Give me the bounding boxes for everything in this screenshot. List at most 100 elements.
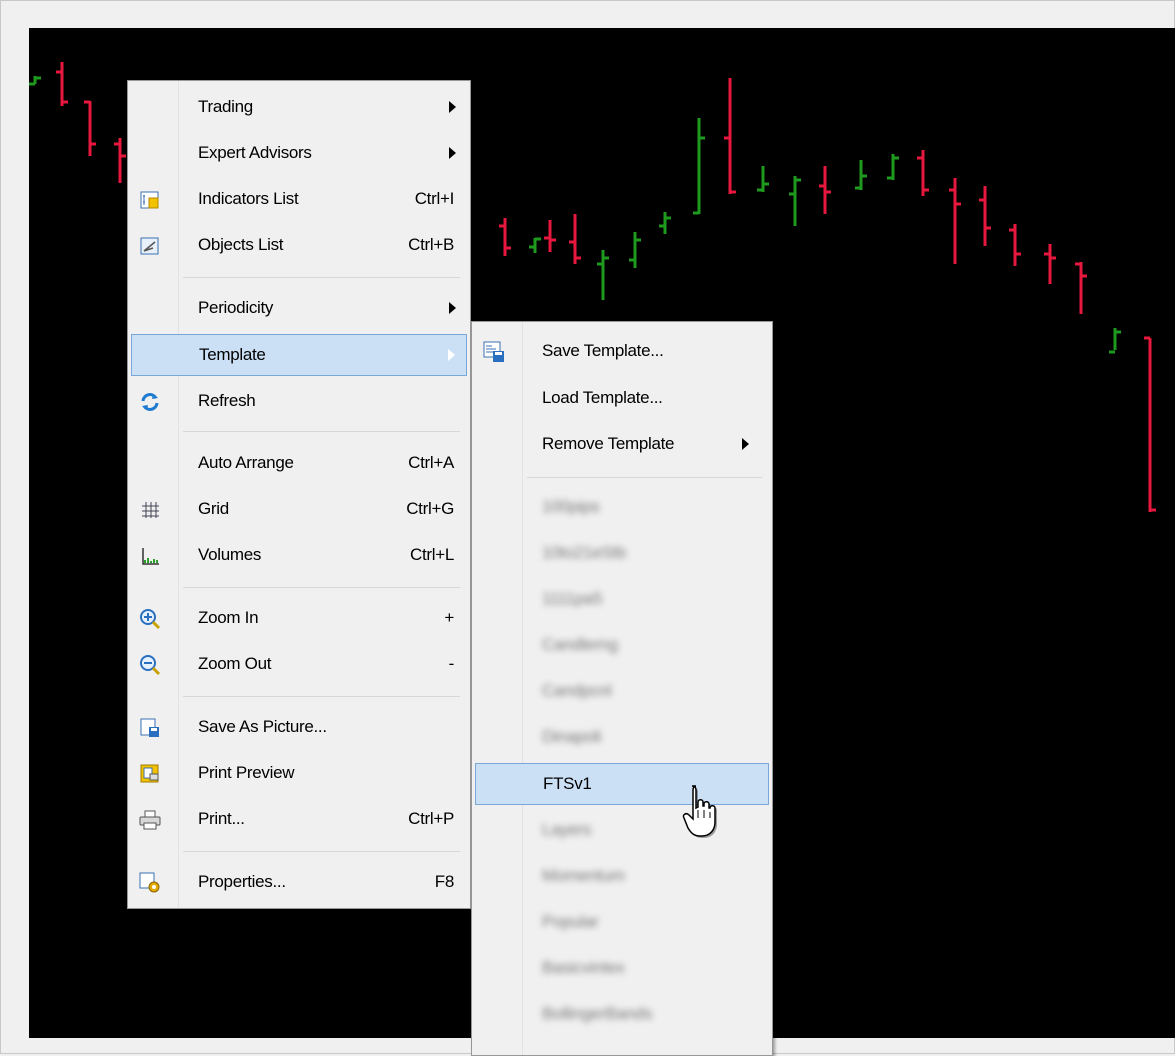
menu-item-label: Refresh (198, 391, 256, 410)
menu-item-label: Expert Advisors (198, 143, 312, 162)
menu-item-remove-template[interactable]: Remove Template (475, 424, 769, 466)
ohlc-bar (659, 212, 671, 234)
menu-item-label: Load Template... (542, 388, 663, 407)
menu-item-print-preview[interactable]: Print Preview (131, 753, 467, 795)
save-picture-icon (139, 717, 161, 739)
template-name: Popular (542, 912, 599, 931)
menu-item-properties[interactable]: Properties... F8 (131, 862, 467, 904)
ohlc-bar (693, 118, 705, 215)
ohlc-bar (1109, 328, 1121, 354)
menu-item-shortcut: Ctrl+A (408, 453, 454, 472)
menu-item-label: Periodicity (198, 298, 274, 317)
template-item[interactable]: 100pips (475, 487, 769, 529)
ohlc-bar (1044, 244, 1056, 284)
menu-item-label: Save Template... (542, 341, 664, 360)
template-item[interactable]: 1111pa5 (475, 579, 769, 621)
ohlc-bar (84, 100, 96, 156)
menu-item-shortcut: Ctrl+I (414, 189, 455, 208)
template-item[interactable]: Basicvintex (475, 948, 769, 990)
menu-item-shortcut: Ctrl+L (409, 545, 454, 564)
template-name: BollingerBands (542, 1004, 653, 1023)
template-name: Dinapoli (542, 727, 602, 746)
ohlc-bar (569, 214, 581, 264)
template-item[interactable]: Popular (475, 902, 769, 944)
ohlc-bar (114, 138, 126, 183)
template-item[interactable]: Candlerng (475, 625, 769, 667)
menu-separator (183, 587, 460, 588)
menu-item-save-template[interactable]: Save Template... (475, 331, 769, 373)
template-name: 1111pa5 (542, 589, 603, 608)
menu-item-periodicity[interactable]: Periodicity (131, 288, 467, 330)
submenu-arrow-icon (448, 349, 455, 361)
menu-item-save-as-picture[interactable]: Save As Picture... (131, 707, 467, 749)
template-item[interactable]: Dinapoli (475, 717, 769, 759)
menu-item-zoom-out[interactable]: Zoom Out - (131, 644, 467, 686)
indicators-list-icon (139, 189, 161, 211)
menu-item-label: Objects List (198, 235, 284, 254)
template-name: Layers (542, 820, 592, 839)
zoom-out-icon (139, 654, 161, 676)
ohlc-bar (789, 176, 801, 226)
submenu-arrow-icon (449, 147, 456, 159)
ohlc-bar (887, 154, 899, 180)
ohlc-bar (819, 166, 831, 214)
ohlc-bar (29, 76, 41, 86)
menu-separator (183, 851, 460, 852)
ohlc-bar (529, 237, 541, 253)
menu-item-label: Zoom In (198, 608, 259, 627)
save-template-icon (483, 341, 505, 363)
ohlc-bar (56, 62, 68, 106)
menu-item-grid[interactable]: Grid Ctrl+G (131, 489, 467, 531)
menu-item-label: Trading (198, 97, 253, 116)
ohlc-bar (855, 160, 867, 190)
ohlc-bar (544, 220, 556, 252)
menu-item-label: Template (199, 345, 266, 364)
refresh-icon (139, 391, 161, 413)
menu-item-objects-list[interactable]: Objects List Ctrl+B (131, 225, 467, 267)
template-name: Candlerng (542, 635, 618, 654)
menu-item-shortcut: Ctrl+G (406, 499, 454, 518)
menu-item-indicators-list[interactable]: Indicators List Ctrl+I (131, 179, 467, 221)
template-item[interactable]: Candpcnl (475, 671, 769, 713)
submenu-arrow-icon (449, 302, 456, 314)
zoom-in-icon (139, 608, 161, 630)
menu-item-auto-arrange[interactable]: Auto Arrange Ctrl+A (131, 443, 467, 485)
menu-item-label: Print Preview (198, 763, 295, 782)
menu-item-zoom-in[interactable]: Zoom In + (131, 598, 467, 640)
ohlc-bar (597, 250, 609, 300)
template-item[interactable]: 10to21eStb (475, 533, 769, 575)
ohlc-bar (917, 150, 929, 196)
menu-item-refresh[interactable]: Refresh (131, 381, 467, 423)
menu-item-label: Indicators List (198, 189, 299, 208)
submenu-arrow-icon (449, 101, 456, 113)
properties-icon (139, 872, 161, 894)
menu-item-label: Zoom Out (198, 654, 272, 673)
objects-list-icon (139, 235, 161, 257)
menu-item-template[interactable]: Template (131, 334, 467, 376)
ohlc-bar (724, 78, 736, 194)
print-preview-icon (139, 763, 161, 785)
menu-separator (183, 277, 460, 278)
menu-separator (183, 431, 460, 432)
template-name: FTSv1 (543, 774, 592, 793)
menu-item-label: Print... (198, 809, 245, 828)
template-name: 100pips (542, 497, 600, 516)
menu-item-shortcut: Ctrl+B (408, 235, 454, 254)
template-item[interactable]: Momentum (475, 856, 769, 898)
ohlc-bar (757, 166, 769, 192)
ohlc-bar (1144, 336, 1156, 512)
menu-separator (183, 696, 460, 697)
template-submenu: Save Template... Load Template... Remove… (471, 321, 773, 1056)
menu-item-shortcut: F8 (434, 872, 455, 891)
menu-item-load-template[interactable]: Load Template... (475, 378, 769, 420)
menu-item-print[interactable]: Print... Ctrl+P (131, 799, 467, 841)
menu-item-label: Volumes (198, 545, 262, 564)
template-item[interactable]: BollingerBands (475, 994, 769, 1036)
menu-item-trading[interactable]: Trading (131, 87, 467, 129)
menu-item-label: Grid (198, 499, 229, 518)
ohlc-bar (949, 178, 961, 264)
menu-item-label: Auto Arrange (198, 453, 294, 472)
template-name: 10to21eStb (542, 543, 626, 562)
menu-item-volumes[interactable]: Volumes Ctrl+L (131, 535, 467, 577)
menu-item-expert-advisors[interactable]: Expert Advisors (131, 133, 467, 175)
